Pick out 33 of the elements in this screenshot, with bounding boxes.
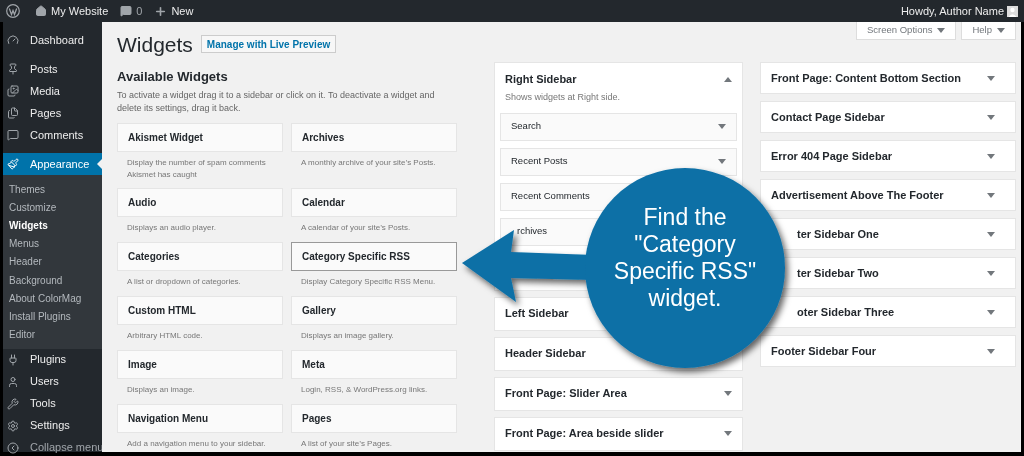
sidebar-title: oter Sidebar Three xyxy=(797,304,895,320)
sidebar-title: Front Page: Content Bottom Section xyxy=(771,70,962,86)
widget-description: A list or dropdown of categories. xyxy=(126,275,242,288)
widget-description: Displays an audio player. xyxy=(126,221,217,234)
widget-description: Display the number of spam comments Akismet has caught xyxy=(126,156,267,181)
widget-title: Recent Posts xyxy=(511,154,568,169)
sidebar-title: Error 404 Page Sidebar xyxy=(771,148,893,164)
sidebar-title: ter Sidebar Two xyxy=(797,265,879,281)
sidebar-title: Front Page: Slider Area xyxy=(505,386,627,402)
sidebar-title: Footer Sidebar Four xyxy=(771,343,877,359)
widget-description: Display Category Specific RSS Menu. xyxy=(300,275,437,288)
sidebar-title: Right Sidebar xyxy=(505,71,577,87)
section-description: To activate a widget drag it to a sidebar or click on it. To deactivate a widget and delete its settings, drag it back. xyxy=(117,88,436,115)
sidebar-title: Front Page: Area beside slider xyxy=(505,426,664,442)
widget-description: Displays an image. xyxy=(126,383,196,396)
sidebar-title: Header Sidebar xyxy=(505,346,586,362)
widget-description: A calendar of your site’s Posts. xyxy=(300,221,412,234)
widget-description: A monthly archive of your site’s Posts. xyxy=(300,156,437,169)
callout-text: Find the "Category Specific RSS" widget. xyxy=(612,204,758,312)
widget-description: Login, RSS, & WordPress.org links. xyxy=(300,383,429,396)
widget-title: Recent Comments xyxy=(511,189,590,204)
widget-title: rchives xyxy=(517,224,548,239)
sidebar-title: Advertisement Above The Footer xyxy=(771,187,944,203)
widget-description: Add a navigation menu to your sidebar. xyxy=(126,437,267,450)
sidebar-description: Shows widgets at Right side. xyxy=(504,91,622,104)
widget-description: Arbitrary HTML code. xyxy=(126,329,204,342)
widget-description: A list of your site’s Pages. xyxy=(300,437,393,450)
section-heading: Available Widgets xyxy=(117,68,229,86)
sidebar-title: ter Sidebar One xyxy=(797,226,879,242)
sidebar-title: Contact Page Sidebar xyxy=(771,109,885,125)
widget-title: Search xyxy=(511,119,542,134)
page-title: Widgets xyxy=(117,33,193,55)
widget-description: Displays an image gallery. xyxy=(300,329,395,342)
